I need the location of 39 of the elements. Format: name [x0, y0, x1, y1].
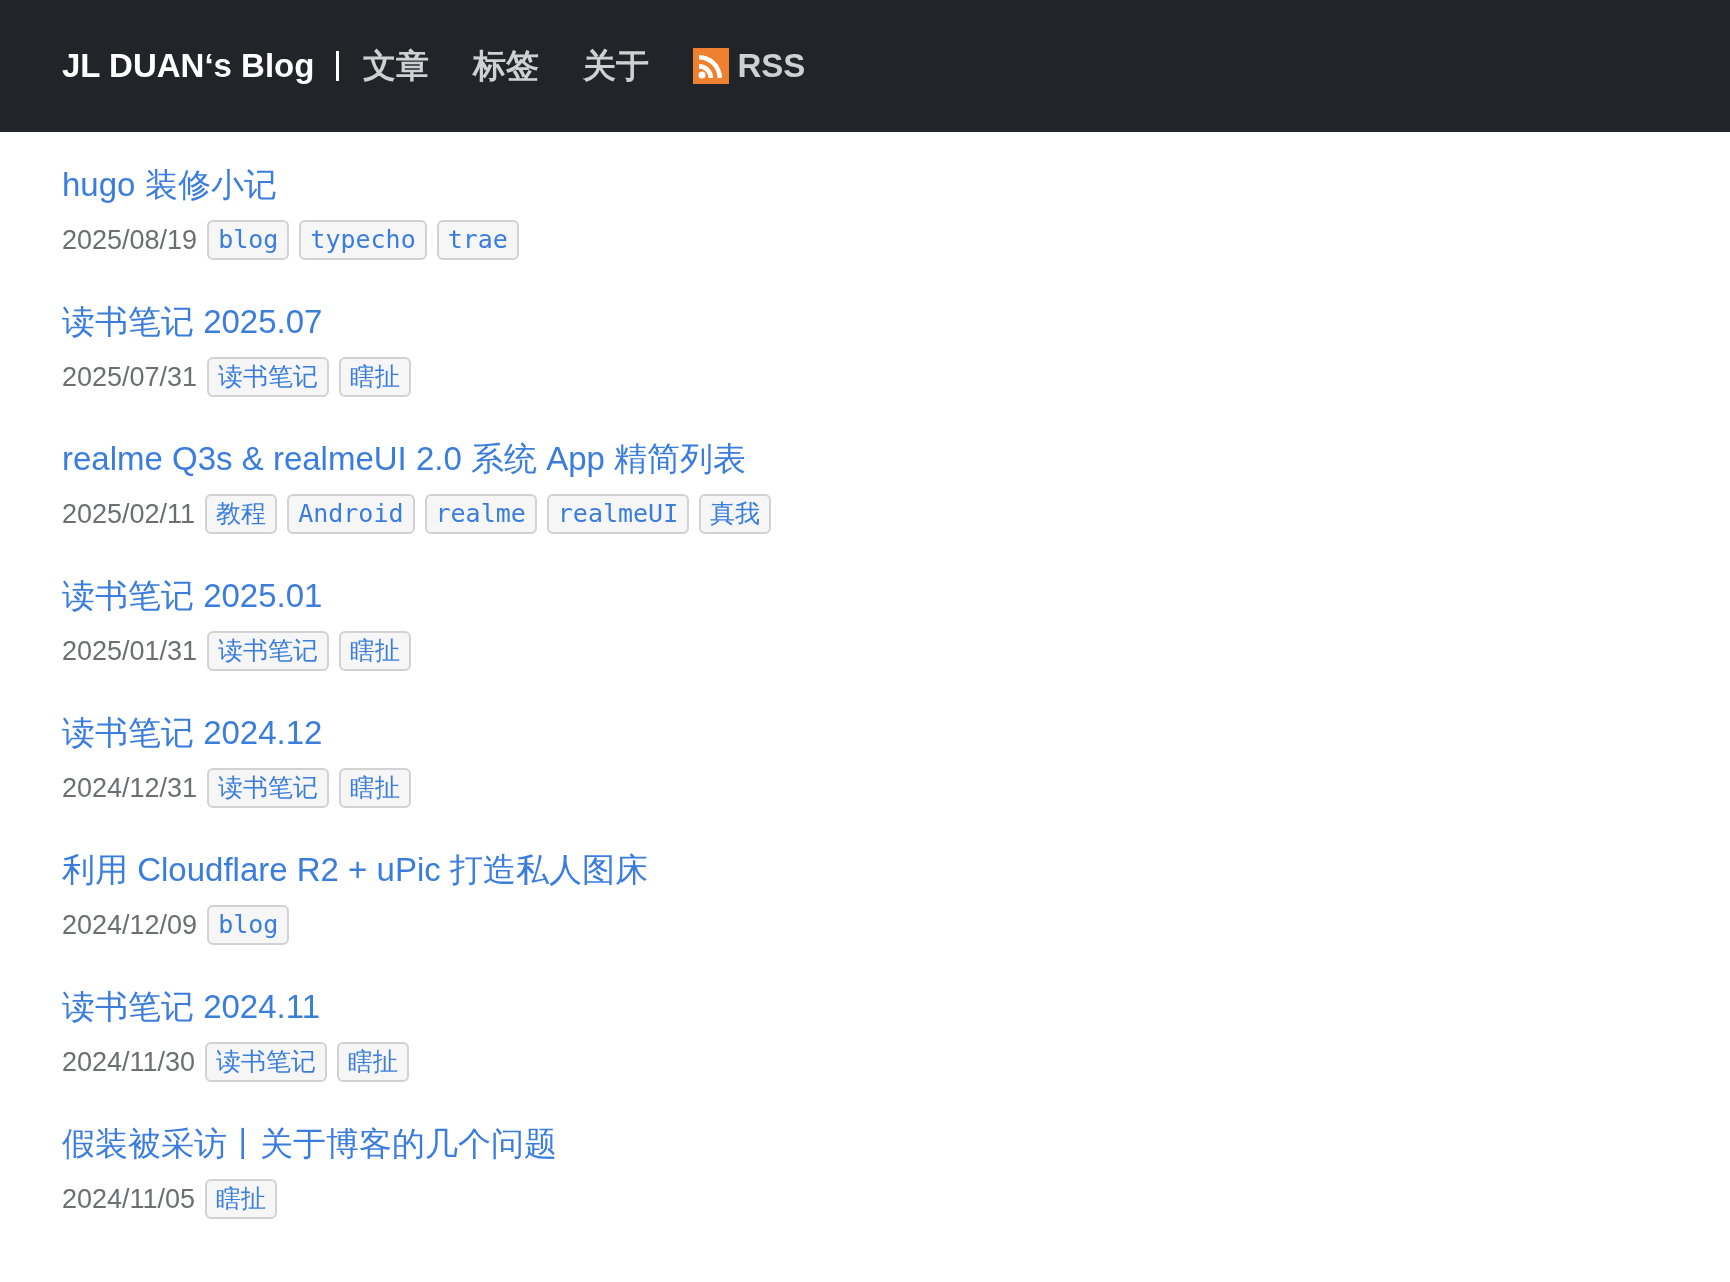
post-title-link[interactable]: hugo 装修小记 [62, 160, 277, 210]
tag-link[interactable]: typecho [299, 220, 427, 260]
tag-link[interactable]: 教程 [205, 494, 278, 534]
post-title-link[interactable]: 利用 Cloudflare R2 + uPic 打造私人图床 [62, 845, 648, 895]
post-date: 2025/01/31 [62, 635, 198, 667]
post-title-link[interactable]: 读书笔记 2025.07 [62, 297, 323, 347]
nav-link[interactable]: 标签 [473, 43, 540, 89]
nav-link[interactable]: 关于 [583, 43, 650, 89]
tag-link[interactable]: blog [207, 905, 290, 945]
tag-link[interactable]: realmeUI [546, 494, 690, 534]
rss-icon [693, 48, 730, 84]
tag-link[interactable]: 读书笔记 [205, 1042, 328, 1082]
tag-link[interactable]: 瞎扯 [339, 768, 412, 808]
tag-link[interactable]: 瞎扯 [339, 631, 412, 671]
post-date: 2025/07/31 [62, 361, 198, 393]
nav-link[interactable]: 文章 [363, 43, 430, 89]
post-date: 2024/12/09 [62, 909, 198, 941]
post-date: 2025/02/11 [62, 498, 196, 530]
tag-link[interactable]: blog [207, 220, 290, 260]
post-date: 2024/11/05 [62, 1183, 196, 1215]
post-date: 2025/08/19 [62, 224, 198, 256]
post-title-link[interactable]: 读书笔记 2024.11 [62, 982, 320, 1032]
tag-link[interactable]: Android [287, 494, 415, 534]
tag-link[interactable]: trae [436, 220, 519, 260]
post-title-link[interactable]: 读书笔记 2025.01 [62, 571, 323, 621]
tag-link[interactable]: 瞎扯 [337, 1042, 410, 1082]
post-title-link[interactable]: 读书笔记 2024.12 [62, 708, 323, 758]
tag-link[interactable]: 瞎扯 [205, 1179, 278, 1219]
post-date: 2024/12/31 [62, 772, 198, 804]
post-title-link[interactable]: 假装被采访丨关于博客的几个问题 [62, 1119, 557, 1169]
tag-link[interactable]: 真我 [699, 494, 772, 534]
tag-link[interactable]: 读书笔记 [207, 768, 330, 808]
tag-link[interactable]: 读书笔记 [207, 631, 330, 671]
tag-link[interactable]: realme [424, 494, 537, 534]
post-title-link[interactable]: realme Q3s & realmeUI 2.0 系统 App 精简列表 [62, 434, 747, 484]
tag-link[interactable]: 瞎扯 [339, 357, 412, 397]
post-date: 2024/11/30 [62, 1046, 196, 1078]
rss-link[interactable]: RSS [693, 47, 806, 85]
tag-link[interactable]: 读书笔记 [207, 357, 330, 397]
